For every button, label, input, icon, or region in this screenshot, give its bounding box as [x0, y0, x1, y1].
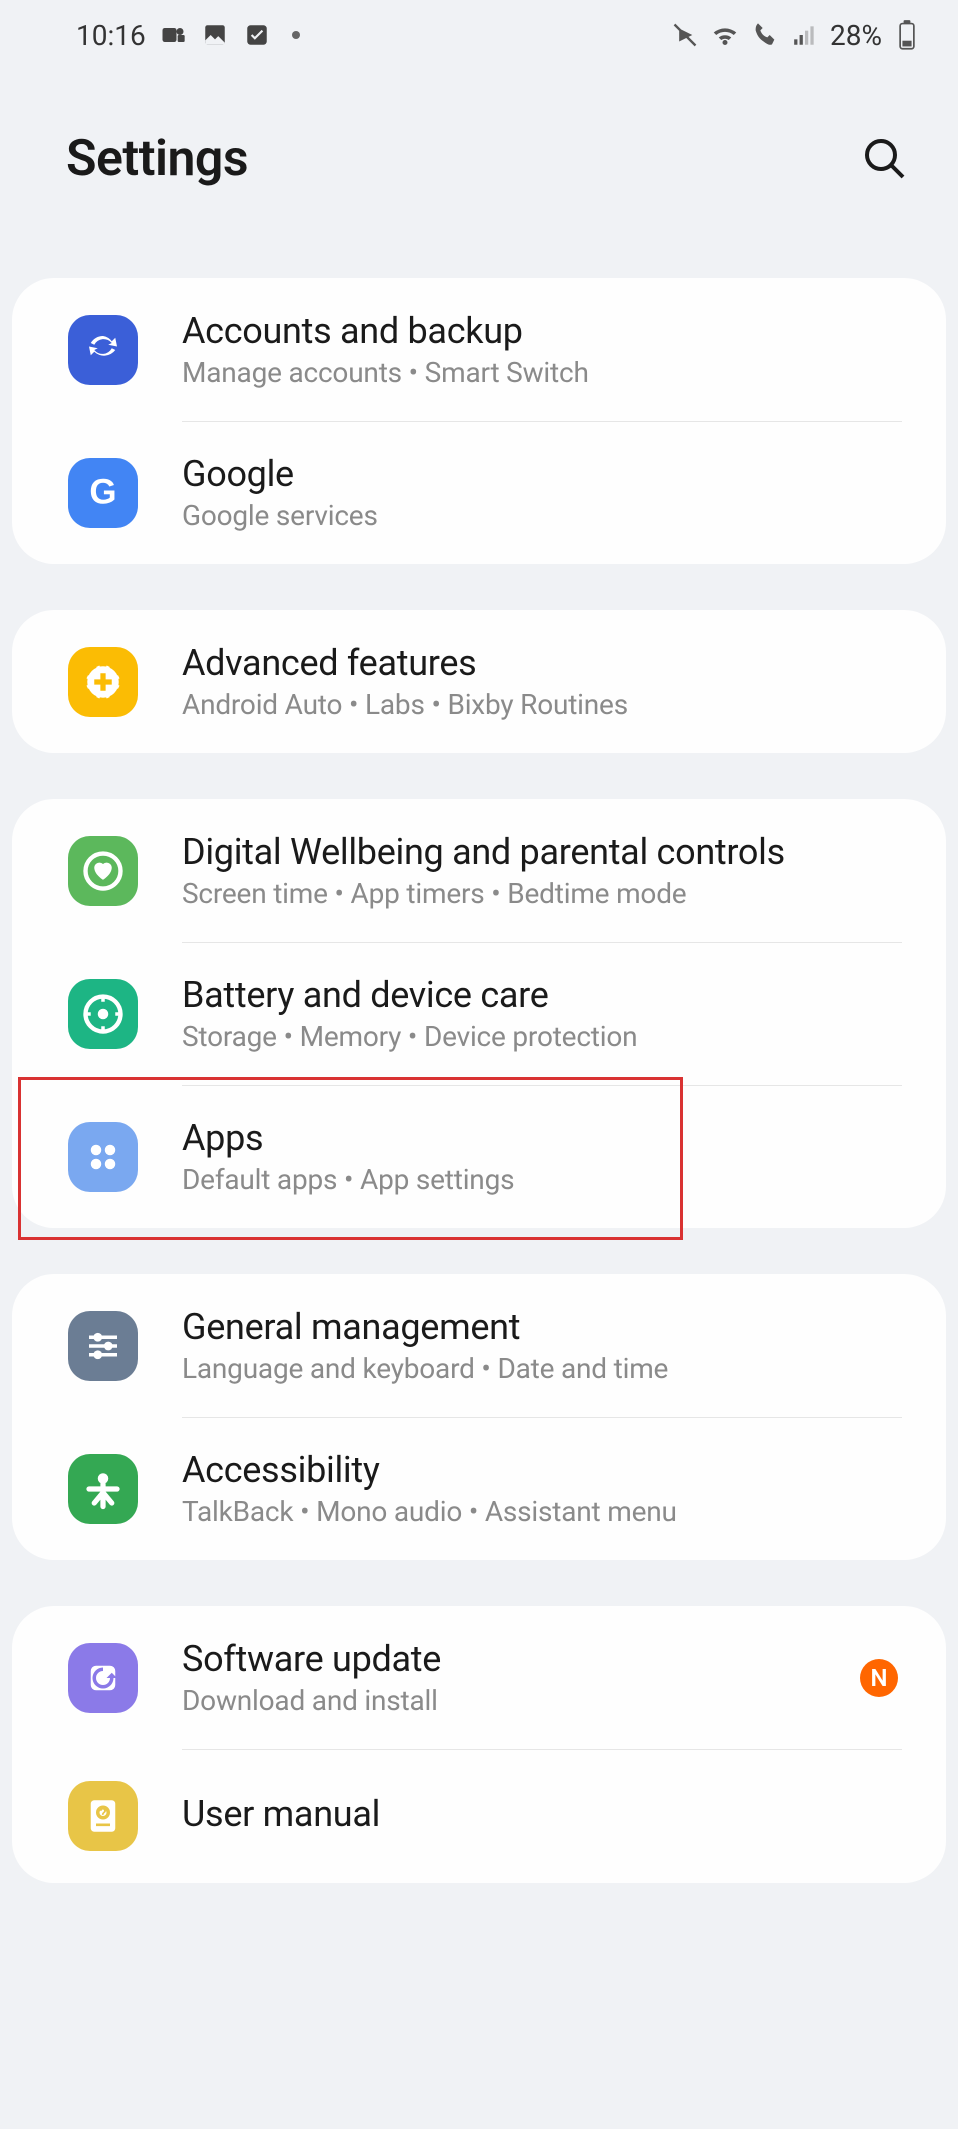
- item-text: Advanced features Android AutoLabsBixby R…: [182, 642, 902, 721]
- subtitle-part: Android Auto: [182, 688, 342, 721]
- update-icon: [68, 1643, 138, 1713]
- subtitle-part: TalkBack: [182, 1495, 293, 1528]
- item-text: Software update Download and install: [182, 1638, 860, 1717]
- settings-group: Advanced features Android AutoLabsBixby R…: [12, 610, 946, 753]
- settings-list: Accounts and backup Manage accountsSmart …: [0, 278, 958, 1883]
- call-icon: [750, 20, 780, 50]
- subtitle-part: App settings: [337, 1163, 514, 1196]
- item-subtitle: Language and keyboardDate and time: [182, 1352, 902, 1385]
- subtitle-part: Storage: [182, 1020, 277, 1053]
- plus-icon: [68, 647, 138, 717]
- subtitle-part: Assistant menu: [462, 1495, 677, 1528]
- item-title: Accessibility: [182, 1449, 902, 1491]
- item-subtitle: Screen timeApp timersBedtime mode: [182, 877, 902, 910]
- settings-group: Accounts and backup Manage accountsSmart …: [12, 278, 946, 564]
- vibrate-icon: [670, 20, 700, 50]
- item-title: Google: [182, 453, 902, 495]
- image-icon: [200, 20, 230, 50]
- item-subtitle: Download and install: [182, 1684, 860, 1717]
- item-subtitle: TalkBackMono audioAssistant menu: [182, 1495, 902, 1528]
- subtitle-part: Manage accounts: [182, 356, 402, 389]
- settings-item-apps[interactable]: Apps Default appsApp settings: [12, 1085, 946, 1228]
- item-subtitle: Manage accountsSmart Switch: [182, 356, 902, 389]
- item-text: General management Language and keyboardD…: [182, 1306, 902, 1385]
- search-icon: [861, 135, 909, 183]
- heart-icon: [68, 836, 138, 906]
- manual-icon: [68, 1781, 138, 1851]
- item-text: Accessibility TalkBackMono audioAssistant…: [182, 1449, 902, 1528]
- settings-group: Digital Wellbeing and parental controls S…: [12, 799, 946, 1228]
- status-time: 10:16: [76, 19, 146, 52]
- item-subtitle: Android AutoLabsBixby Routines: [182, 688, 902, 721]
- grid-icon: [68, 1122, 138, 1192]
- settings-item-wellbeing[interactable]: Digital Wellbeing and parental controls S…: [12, 799, 946, 942]
- meter-icon: [68, 979, 138, 1049]
- signal-icon: [790, 20, 820, 50]
- item-title: Advanced features: [182, 642, 902, 684]
- status-left: 10:16: [76, 19, 300, 52]
- google-icon: [68, 458, 138, 528]
- subtitle-part: Smart Switch: [402, 356, 589, 389]
- more-dot-icon: [292, 31, 300, 39]
- subtitle-part: App timers: [328, 877, 485, 910]
- subtitle-part: Device protection: [401, 1020, 637, 1053]
- subtitle-part: Bedtime mode: [485, 877, 687, 910]
- settings-item-manual[interactable]: User manual: [12, 1749, 946, 1883]
- item-title: User manual: [182, 1793, 902, 1835]
- wifi-icon: [710, 20, 740, 50]
- battery-pct: 28%: [830, 19, 882, 52]
- item-title: General management: [182, 1306, 902, 1348]
- item-subtitle: StorageMemoryDevice protection: [182, 1020, 902, 1053]
- item-subtitle: Google services: [182, 499, 902, 532]
- subtitle-part: Date and time: [475, 1352, 669, 1385]
- settings-item-battery[interactable]: Battery and device care StorageMemoryDevi…: [12, 942, 946, 1085]
- page-title: Settings: [66, 130, 248, 188]
- teams-icon: [158, 20, 188, 50]
- settings-group: Software update Download and install N User…: [12, 1606, 946, 1883]
- item-title: Digital Wellbeing and parental controls: [182, 831, 902, 873]
- check-icon: [242, 20, 272, 50]
- item-title: Software update: [182, 1638, 860, 1680]
- settings-item-accessibility[interactable]: Accessibility TalkBackMono audioAssistant…: [12, 1417, 946, 1560]
- subtitle-part: Default apps: [182, 1163, 337, 1196]
- subtitle-part: Bixby Routines: [425, 688, 628, 721]
- item-text: User manual: [182, 1793, 902, 1839]
- item-text: Battery and device care StorageMemoryDevi…: [182, 974, 902, 1053]
- header: Settings: [0, 70, 958, 278]
- item-title: Accounts and backup: [182, 310, 902, 352]
- subtitle-part: Memory: [277, 1020, 401, 1053]
- status-right: 28%: [670, 19, 922, 52]
- subtitle-part: Google services: [182, 499, 378, 532]
- sync-icon: [68, 315, 138, 385]
- status-bar: 10:16 28%: [0, 0, 958, 70]
- subtitle-part: Screen time: [182, 877, 328, 910]
- settings-item-software[interactable]: Software update Download and install N: [12, 1606, 946, 1749]
- item-text: Accounts and backup Manage accountsSmart …: [182, 310, 902, 389]
- search-button[interactable]: [856, 130, 914, 188]
- subtitle-part: Language and keyboard: [182, 1352, 475, 1385]
- item-text: Google Google services: [182, 453, 902, 532]
- settings-item-general[interactable]: General management Language and keyboardD…: [12, 1274, 946, 1417]
- settings-item-accounts[interactable]: Accounts and backup Manage accountsSmart …: [12, 278, 946, 421]
- settings-item-advanced[interactable]: Advanced features Android AutoLabsBixby R…: [12, 610, 946, 753]
- item-title: Battery and device care: [182, 974, 902, 1016]
- subtitle-part: Labs: [342, 688, 424, 721]
- settings-group: General management Language and keyboardD…: [12, 1274, 946, 1560]
- item-subtitle: Default appsApp settings: [182, 1163, 902, 1196]
- battery-icon: [892, 20, 922, 50]
- subtitle-part: Download and install: [182, 1684, 438, 1717]
- notification-badge: N: [860, 1659, 898, 1697]
- sliders-icon: [68, 1311, 138, 1381]
- item-text: Digital Wellbeing and parental controls S…: [182, 831, 902, 910]
- settings-item-google[interactable]: Google Google services: [12, 421, 946, 564]
- subtitle-part: Mono audio: [293, 1495, 462, 1528]
- item-title: Apps: [182, 1117, 902, 1159]
- person-icon: [68, 1454, 138, 1524]
- item-text: Apps Default appsApp settings: [182, 1117, 902, 1196]
